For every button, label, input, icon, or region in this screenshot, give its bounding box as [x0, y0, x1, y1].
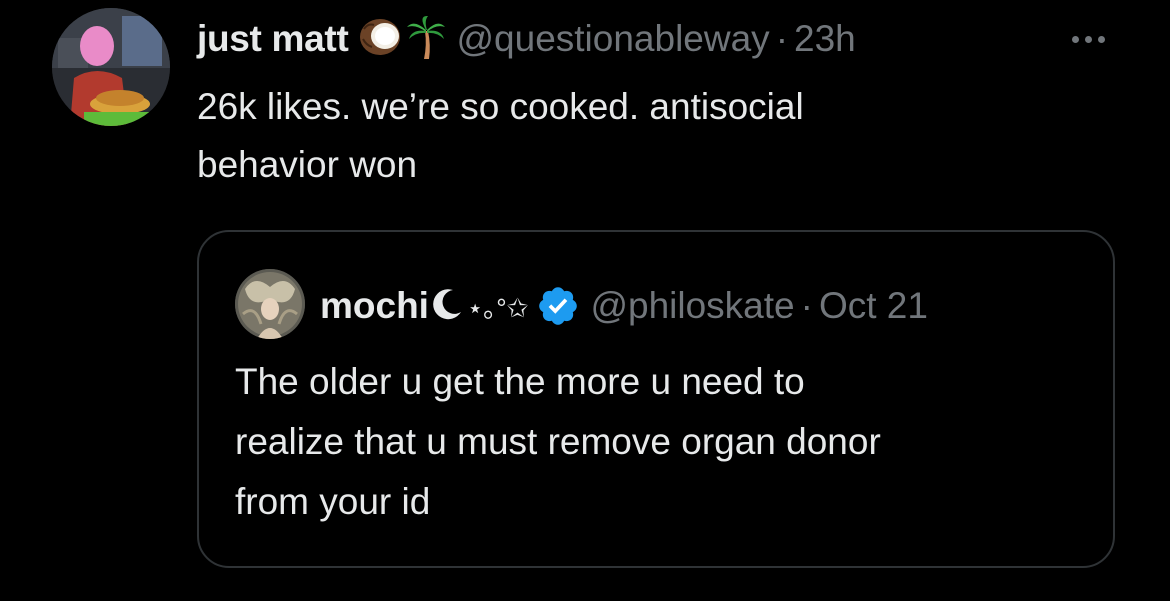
quoted-tweet[interactable]: mochi ⋆｡°✩ @philoskate · Oct 21 The olde… — [197, 230, 1115, 568]
quoted-author-handle[interactable]: @philoskate — [590, 285, 794, 327]
tweet-header: just matt @questionableway · 23h — [197, 12, 856, 66]
quoted-author-display-name[interactable]: mochi — [320, 285, 429, 327]
crescent-moon-icon — [429, 286, 465, 327]
quoted-tweet-text: The older u get the more u need to reali… — [235, 361, 881, 522]
quoted-tweet-header: mochi ⋆｡°✩ @philoskate · Oct 21 — [320, 282, 928, 330]
verified-badge-icon — [536, 284, 580, 328]
more-options-icon[interactable] — [1062, 22, 1114, 56]
quoted-author-avatar[interactable] — [235, 269, 305, 339]
tweet[interactable]: just matt @questionableway · 23h 26k lik… — [0, 0, 1170, 601]
name-decoration: ⋆｡°✩ — [466, 292, 529, 323]
post-timestamp[interactable]: 23h — [794, 18, 856, 60]
quoted-separator-dot: · — [800, 285, 813, 326]
quoted-post-date[interactable]: Oct 21 — [819, 285, 928, 327]
tweet-text: 26k likes. we’re so cooked. antisocial b… — [197, 86, 804, 185]
coconut-emoji-icon — [358, 17, 402, 62]
name-emojis — [358, 15, 446, 64]
author-handle[interactable]: @questionableway — [456, 18, 769, 60]
palm-tree-emoji-icon — [406, 15, 446, 64]
separator-dot: · — [775, 18, 789, 59]
author-avatar[interactable] — [52, 8, 170, 126]
author-display-name[interactable]: just matt — [197, 18, 349, 60]
